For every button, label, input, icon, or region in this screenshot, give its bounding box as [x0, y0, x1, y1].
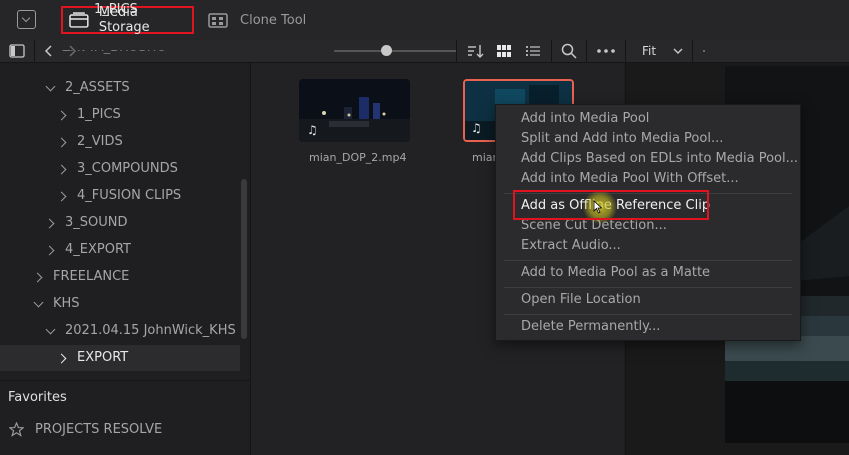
search-icon[interactable]: [561, 43, 577, 59]
sidebar-scrollbar[interactable]: [241, 179, 247, 339]
clip-thumbnail-1[interactable]: ♫: [299, 79, 410, 142]
favorites-heading: Favorites: [8, 390, 67, 405]
slider-knob[interactable]: [381, 45, 392, 56]
menu-item-split-and-add[interactable]: Split and Add into Media Pool...: [521, 129, 723, 149]
tree-item-1-pics[interactable]: 1_PICS: [0, 102, 240, 128]
grid-view-icon[interactable]: [496, 44, 512, 58]
tree-item-3-sound[interactable]: 3_SOUND: [0, 210, 240, 236]
menu-item-add-with-offset[interactable]: Add into Media Pool With Offset...: [521, 169, 739, 189]
tree-item-2-vids[interactable]: 2_VIDS: [0, 129, 240, 155]
menu-item-add-into-media-pool[interactable]: Add into Media Pool: [521, 109, 649, 129]
favorite-item-projects-resolve[interactable]: PROJECTS RESOLVE: [35, 422, 162, 437]
tree-item-johnwick-khs[interactable]: 2021.04.15 JohnWick_KHS: [0, 318, 240, 344]
menu-item-open-file-location[interactable]: Open File Location: [521, 290, 641, 310]
tree-item-cutoff: ZAVTA_BROSHO: [62, 50, 167, 62]
tree-item-2-assets[interactable]: 2_ASSETS: [0, 75, 240, 101]
menu-item-extract-audio[interactable]: Extract Audio...: [521, 236, 621, 256]
list-view-icon[interactable]: [525, 44, 541, 58]
favorites-divider: [0, 380, 250, 381]
menu-separator: [504, 314, 792, 315]
music-note-icon: ♫: [307, 123, 318, 137]
chevron-down-icon[interactable]: [673, 47, 683, 55]
zoom-fit-select[interactable]: Fit: [642, 44, 656, 58]
menu-separator: [504, 287, 792, 288]
sort-icon[interactable]: [466, 43, 484, 59]
menu-item-delete-permanently[interactable]: Delete Permanently...: [521, 317, 660, 337]
mouse-cursor-icon: [593, 200, 603, 214]
star-icon: [9, 422, 24, 437]
context-menu: Add into Media Pool Split and Add into M…: [495, 104, 801, 341]
music-note-icon: ♫: [471, 121, 482, 135]
menu-separator: [504, 260, 792, 261]
annotation-highlight-box: [513, 190, 709, 220]
tree-item-freelance[interactable]: FREELANCE: [0, 264, 240, 290]
tree-item-4-export[interactable]: 4_EXPORT: [0, 237, 240, 263]
menu-item-add-as-matte[interactable]: Add to Media Pool as a Matte: [521, 263, 710, 283]
tree-item-khs[interactable]: KHS: [0, 291, 240, 317]
menu-item-add-clips-edls[interactable]: Add Clips Based on EDLs into Media Pool.…: [521, 149, 798, 169]
tree-item-4-fusion-clips[interactable]: 4_FUSION CLIPS: [0, 183, 240, 209]
clip-name-1: mian_DOP_2.mp4: [309, 151, 407, 164]
folder-tree: ZAVTA_BROSHO 2_ASSETS 1_PICS 2_VIDS 3_CO…: [0, 0, 250, 380]
more-options-icon[interactable]: [596, 48, 616, 54]
tree-item-export-selected[interactable]: EXPORT: [0, 345, 240, 371]
viewer-menu-dot: [703, 50, 705, 52]
tree-item-3-compounds[interactable]: 3_COMPOUNDS: [0, 156, 240, 182]
thumbnail-size-slider[interactable]: [334, 50, 456, 52]
